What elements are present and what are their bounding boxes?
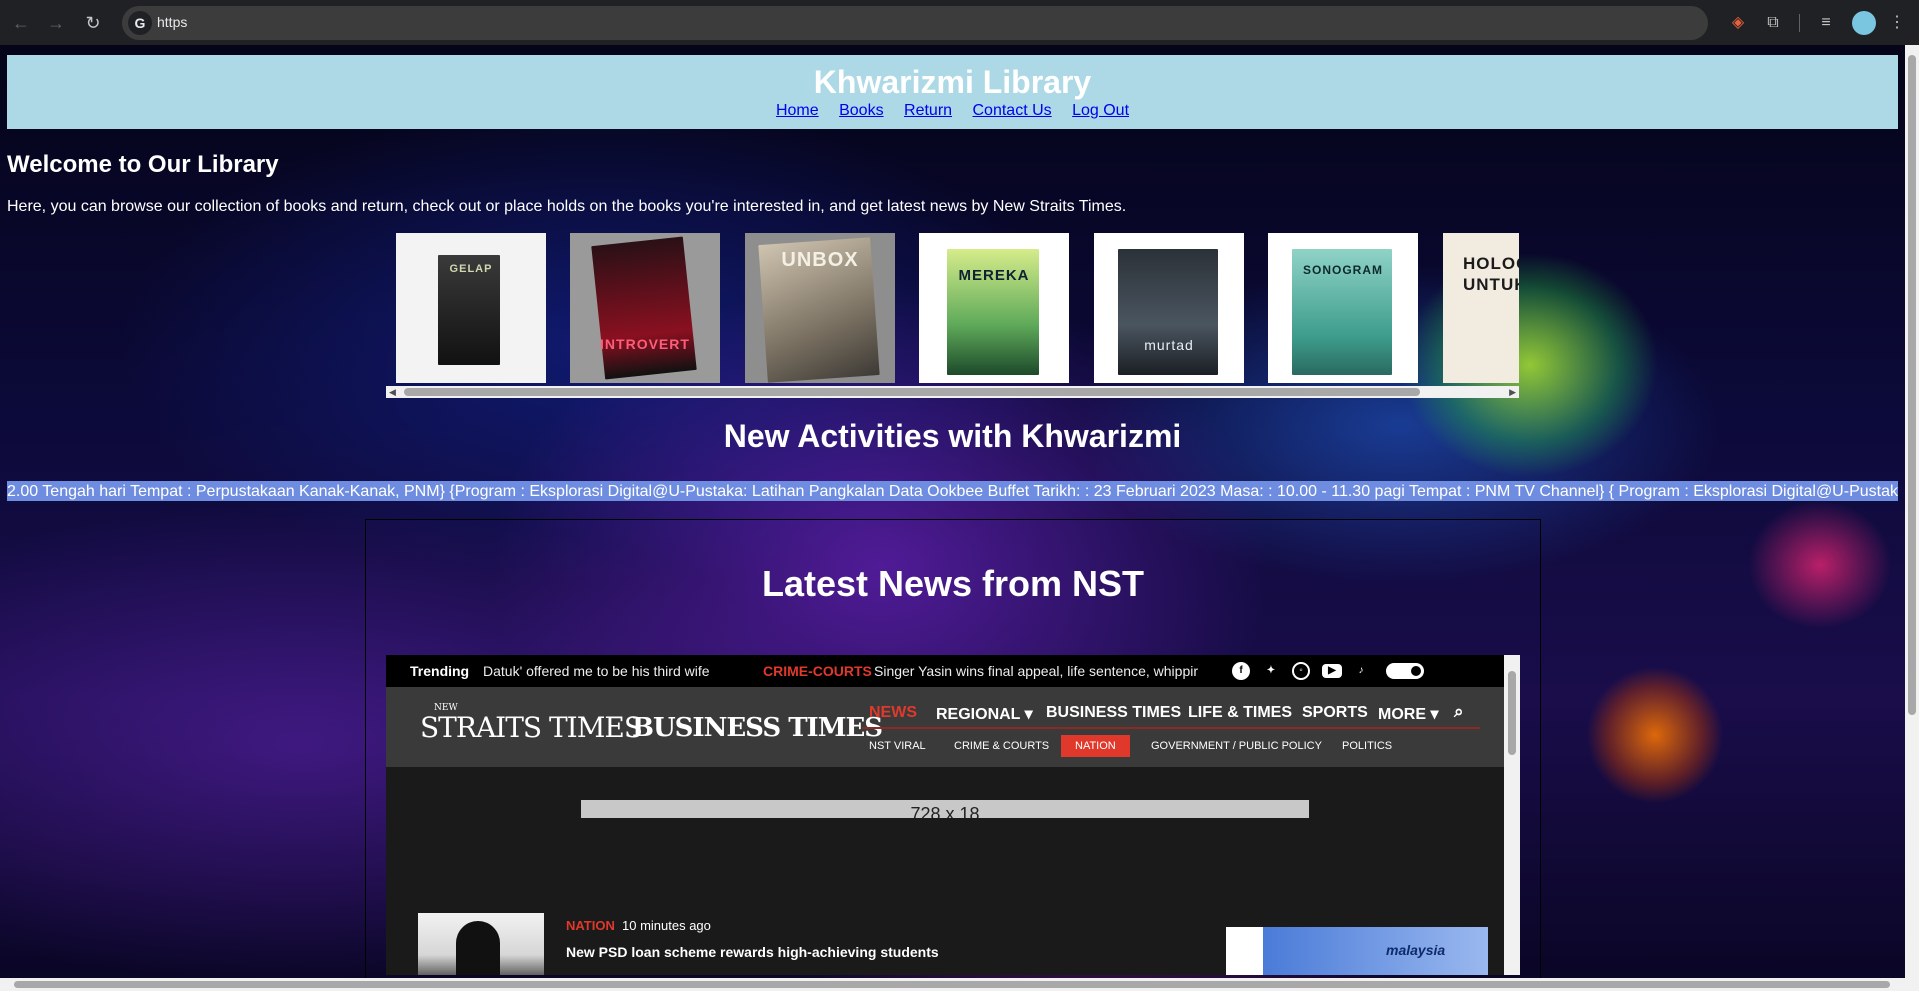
menu-kebab-icon[interactable]: ⋮ (1886, 12, 1908, 34)
book-image (1118, 249, 1218, 375)
news-heading: Latest News from NST (761, 563, 1145, 604)
crime-story-link[interactable]: Singer Yasin wins final appeal, life sen… (874, 663, 1198, 679)
nst-subnav-viral[interactable]: NST VIRAL (869, 735, 926, 757)
page-viewport: Khwarizmi Library Home Books Return Cont… (0, 45, 1905, 978)
ad-placeholder: 728 x 18 (581, 800, 1309, 818)
nst-subnav-crime-courts[interactable]: CRIME & COURTS (954, 735, 1049, 757)
carousel-scroll-thumb[interactable] (404, 388, 1420, 396)
book-cover[interactable]: GELAP (396, 233, 546, 383)
book-cover[interactable]: MEREKA (919, 233, 1069, 383)
nst-nav-news[interactable]: NEWS (869, 704, 917, 722)
google-icon: G (128, 11, 152, 35)
site-title: Khwarizmi Library (813, 64, 1092, 100)
back-arrow-icon[interactable]: ← (8, 10, 34, 36)
article-category[interactable]: NATION (566, 918, 615, 933)
graduate-figure (456, 921, 500, 975)
article-thumbnail[interactable] (418, 913, 544, 975)
article-headline[interactable]: New PSD loan scheme rewards high-achievi… (566, 944, 939, 960)
address-bar[interactable]: G https (122, 6, 1708, 40)
nst-subnav-government[interactable]: GOVERNMENT / PUBLIC POLICY (1151, 735, 1322, 757)
toolbar-divider (1799, 14, 1800, 32)
book-title: UNBOX (781, 249, 859, 271)
book-title: GELAP (449, 263, 493, 275)
page-horizontal-scrollbar[interactable] (0, 978, 1919, 991)
intro-text: Here, you can browse our collection of b… (7, 198, 1127, 215)
book-cover[interactable]: INTROVERT (570, 233, 720, 383)
article-timestamp: 10 minutes ago (622, 918, 711, 933)
frame-scroll-thumb[interactable] (1508, 671, 1516, 755)
nav-link-log-out[interactable]: Log Out (1072, 102, 1129, 119)
book-title: MEREKA (958, 267, 1030, 284)
business-times-logo[interactable]: BUSINESS TIMES (632, 713, 883, 743)
site-header: Khwarizmi Library Home Books Return Cont… (7, 55, 1898, 129)
nst-nav-more[interactable]: MORE ▾ (1378, 704, 1438, 724)
book-cover[interactable]: SONOGRAM (1268, 233, 1418, 383)
youtube-icon[interactable]: ▶ (1322, 664, 1342, 678)
nst-logo[interactable]: NEW STRAITS TIMES (420, 703, 643, 744)
extensions-puzzle-icon[interactable]: ⧉ (1762, 12, 1784, 34)
page-vertical-scrollbar[interactable] (1905, 45, 1919, 978)
ad-brand: malaysia (1386, 942, 1446, 958)
page-horizontal-scroll-thumb[interactable] (14, 981, 1890, 988)
nst-subnav-politics[interactable]: POLITICS (1342, 735, 1392, 757)
book-cover[interactable]: murtad (1094, 233, 1244, 383)
dark-mode-toggle[interactable] (1386, 663, 1424, 679)
book-cover[interactable]: HOLOGRAM UNTUK RAJA (1443, 233, 1519, 383)
nst-embedded-frame[interactable]: Trending Datuk' offered me to be his thi… (386, 655, 1520, 975)
profile-avatar[interactable] (1852, 11, 1876, 35)
url-text[interactable]: https (157, 14, 187, 30)
tiktok-icon[interactable]: ♪ (1352, 662, 1370, 680)
trending-story-link[interactable]: Datuk' offered me to be his third wife (483, 663, 710, 679)
nst-nav-business-times[interactable]: BUSINESS TIMES (1046, 704, 1181, 722)
twitter-icon[interactable]: ✦ (1262, 662, 1280, 680)
nst-trending-bar: Trending Datuk' offered me to be his thi… (386, 655, 1504, 687)
news-section: Latest News from NST Trending Datuk' off… (365, 519, 1541, 978)
carousel-scrollbar[interactable]: ◀ ▶ (386, 386, 1519, 398)
trending-label: Trending (410, 663, 470, 679)
frame-scrollbar[interactable] (1504, 655, 1520, 975)
nav-link-contact-us[interactable]: Contact Us (973, 102, 1052, 119)
nst-logo-text: STRAITS TIMES (420, 711, 643, 744)
side-advertisement[interactable]: malaysia (1226, 927, 1488, 975)
book-title: murtad (1144, 337, 1194, 353)
reload-icon[interactable]: ↻ (80, 10, 106, 36)
nst-nav-sports[interactable]: SPORTS (1302, 704, 1368, 722)
welcome-heading: Welcome to Our Library (7, 151, 279, 178)
toggle-knob (1411, 666, 1421, 676)
extension-shield-icon[interactable]: ◈ (1727, 12, 1749, 34)
site-nav: Home Books Return Contact Us Log Out (7, 101, 1898, 121)
nst-nav-life-times[interactable]: LIFE & TIMES (1188, 704, 1292, 722)
search-icon[interactable]: ⌕ (1454, 702, 1464, 722)
nav-link-return[interactable]: Return (904, 102, 952, 119)
book-title: INTROVERT (600, 336, 690, 352)
crime-courts-tag[interactable]: CRIME-COURTS (763, 663, 872, 679)
nav-link-books[interactable]: Books (839, 102, 883, 119)
page-vertical-scroll-thumb[interactable] (1908, 55, 1916, 715)
instagram-icon[interactable]: ◦ (1292, 662, 1310, 680)
forward-arrow-icon[interactable]: → (43, 10, 69, 36)
browser-toolbar: ← → ↻ G https ◈ ⧉ ≡ ⋮ (0, 0, 1919, 45)
media-control-icon[interactable]: ≡ (1815, 12, 1837, 34)
book-image (591, 236, 697, 380)
nst-logo-small: NEW (434, 703, 458, 713)
activities-heading: New Activities with Khwarizmi (723, 418, 1182, 454)
nst-masthead: NEW STRAITS TIMES BUSINESS TIMES NEWS REG… (386, 687, 1504, 767)
book-cover[interactable]: UNBOX (745, 233, 895, 383)
facebook-icon[interactable]: f (1232, 662, 1250, 680)
book-carousel[interactable]: GELAP INTROVERT UNBOX MEREKA murtad SONO… (387, 233, 1519, 384)
nst-nav-regional[interactable]: REGIONAL ▾ (936, 704, 1033, 724)
ad-image (1263, 927, 1488, 975)
scroll-left-icon[interactable]: ◀ (389, 387, 396, 398)
nav-link-home[interactable]: Home (776, 102, 819, 119)
ticker-text: 2.00 Tengah hari Tempat : Perpustakaan K… (7, 483, 1898, 500)
book-title: SONOGRAM (1303, 263, 1383, 277)
nst-subnav-nation[interactable]: NATION (1061, 735, 1130, 757)
book-title: HOLOGRAM UNTUK RAJA (1463, 254, 1519, 294)
scroll-right-icon[interactable]: ▶ (1509, 387, 1516, 398)
activities-ticker: 2.00 Tengah hari Tempat : Perpustakaan K… (7, 481, 1898, 501)
nst-main-nav: NEWS REGIONAL ▾ BUSINESS TIMES LIFE & TI… (862, 699, 1480, 729)
